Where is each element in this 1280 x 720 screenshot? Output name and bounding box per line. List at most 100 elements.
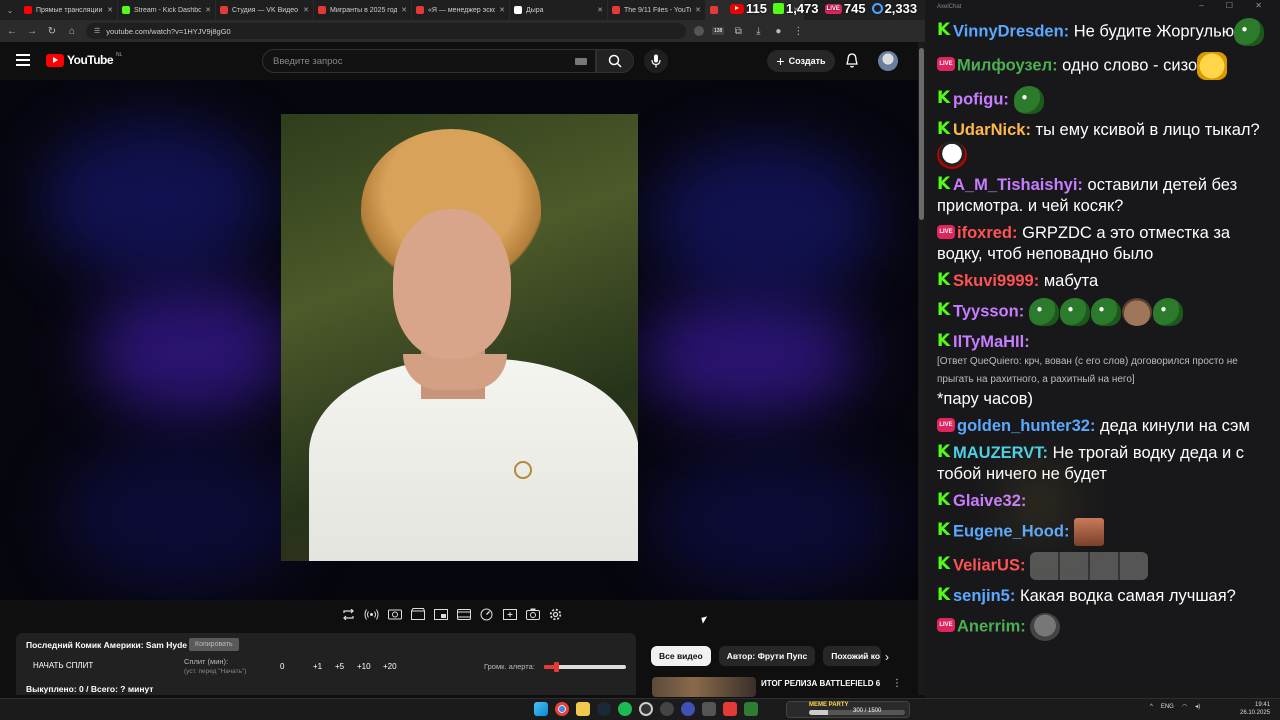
search-button[interactable] [596, 49, 634, 73]
app-icon[interactable] [744, 702, 758, 716]
tab-close-icon[interactable]: ✕ [107, 6, 113, 14]
clapper-icon[interactable] [409, 606, 426, 623]
chat-username[interactable]: IlTyMaHIl [953, 333, 1024, 351]
youtube-logo[interactable]: YouTube NL [46, 52, 122, 67]
increment-button[interactable]: +1 [313, 662, 322, 671]
tab-close-icon[interactable]: ✕ [205, 6, 211, 14]
chat-username[interactable]: A_M_Tishaishyi [953, 176, 1077, 194]
back-icon[interactable]: ← [6, 26, 18, 37]
pepe-emote-icon [1234, 18, 1265, 46]
keyboard-icon[interactable] [575, 58, 587, 65]
alert-volume-knob[interactable] [554, 662, 560, 672]
add-queue-icon[interactable] [501, 606, 518, 623]
chat-username[interactable]: VinnyDresden [953, 22, 1064, 40]
browser-tab[interactable]: Мигранты в 2025 году ✕ [314, 0, 412, 20]
account-avatar[interactable] [878, 51, 898, 71]
chat-username[interactable]: pofigu [953, 90, 1003, 108]
chat-username[interactable]: Eugene_Hood [953, 522, 1064, 540]
language-indicator[interactable]: ENG [1161, 704, 1174, 710]
chat-username[interactable]: MAUZERVT [953, 444, 1043, 462]
chat-username[interactable]: Anerrim [957, 617, 1020, 635]
chevron-right-icon[interactable]: › [877, 647, 897, 667]
speed-icon[interactable] [478, 606, 495, 623]
chip-all-videos[interactable]: Все видео [651, 646, 711, 666]
browser-tab[interactable]: Дыра ✕ [510, 0, 608, 20]
chat-username[interactable]: senjin5 [953, 587, 1010, 605]
browser-tab[interactable]: Студия — VK Видео Live ✕ [216, 0, 314, 20]
camera-icon[interactable] [524, 606, 541, 623]
obs-icon[interactable] [639, 702, 653, 716]
chat-username[interactable]: golden_hunter32 [957, 417, 1090, 435]
youtube-app-icon[interactable] [723, 702, 737, 716]
chip-author[interactable]: Автор: Фрути Пупс [718, 646, 816, 666]
window-controls[interactable]: – ☐ ✕ [1199, 1, 1272, 10]
folder-icon[interactable] [576, 702, 590, 716]
chat-username[interactable]: Glaive32 [953, 492, 1021, 510]
increment-button[interactable]: +10 [357, 662, 371, 671]
forward-icon[interactable]: → [26, 26, 38, 37]
browser-tab[interactable]: Stream - Kick Dashboard ✕ [118, 0, 216, 20]
app-icon[interactable] [660, 702, 674, 716]
settings-gear-icon[interactable] [547, 606, 564, 623]
browser-tab[interactable]: The 9/11 Files - YouTube ✕ [608, 0, 706, 20]
cinema-icon[interactable] [455, 606, 472, 623]
reload-icon[interactable]: ↻ [46, 26, 58, 37]
broadcast-icon[interactable] [363, 606, 380, 623]
site-info-icon[interactable]: ☰ [94, 27, 100, 35]
chat-message: Glaive32: [937, 490, 1272, 513]
search-input[interactable]: Введите запрос [262, 49, 596, 73]
download-icon[interactable]: ⤓ [752, 26, 764, 37]
increment-button[interactable]: +20 [383, 662, 397, 671]
alert-volume-slider[interactable] [544, 662, 626, 672]
tab-close-icon[interactable]: ✕ [303, 6, 309, 14]
tab-search-icon[interactable]: ⌄ [0, 0, 20, 20]
chat-username[interactable]: VeliarUS [953, 556, 1020, 574]
home-icon[interactable]: ⌂ [66, 26, 78, 37]
tab-close-icon[interactable]: ✕ [597, 6, 603, 14]
voice-search-button[interactable] [644, 49, 668, 73]
chat-username[interactable]: UdarNick [953, 121, 1025, 139]
profile-icon[interactable]: ● [772, 26, 784, 37]
more-options-icon[interactable]: ⋮ [892, 678, 902, 689]
meme-party-widget[interactable]: МЕМЕ PARTY 300 / 1500 [786, 701, 910, 718]
media-player-icon[interactable] [681, 702, 695, 716]
menu-icon[interactable] [16, 54, 30, 66]
windows-start-icon[interactable] [534, 702, 548, 716]
app-icon[interactable] [702, 702, 716, 716]
tab-close-icon[interactable]: ✕ [695, 6, 701, 14]
start-split-button[interactable]: НАЧАТЬ СПЛИТ [33, 661, 93, 670]
page-scrollbar[interactable] [918, 42, 925, 695]
copy-button[interactable]: Копировать [189, 638, 239, 651]
wifi-icon[interactable]: ◠ [1182, 703, 1187, 710]
split-minutes-value[interactable]: 0 [280, 662, 284, 671]
increment-button[interactable]: +5 [335, 662, 344, 671]
puzzle-icon[interactable]: ⧉ [732, 26, 744, 37]
create-button[interactable]: + Создать [767, 50, 835, 72]
video-player[interactable] [0, 80, 918, 600]
tab-close-icon[interactable]: ✕ [401, 6, 407, 14]
browser-tab[interactable]: Прямые трансляции - ✕ [20, 0, 118, 20]
pip-icon[interactable] [432, 606, 449, 623]
steam-icon[interactable] [597, 702, 611, 716]
spotify-icon[interactable] [618, 702, 632, 716]
chat-username[interactable]: ifoxred [957, 224, 1012, 242]
tray-chevron-icon[interactable]: ^ [1150, 704, 1153, 710]
chat-username[interactable]: Милфоузел [957, 56, 1052, 74]
chip-similar[interactable]: Похожий ко [823, 646, 882, 666]
clock[interactable]: 19:41 26.10.2025 [1240, 701, 1270, 717]
scrollbar-thumb[interactable] [919, 48, 924, 220]
recommendation-title[interactable]: ИТОГ РЕЛИЗА BATTLEFIELD 6 [761, 679, 880, 688]
tab-close-icon[interactable]: ✕ [499, 6, 505, 14]
loop-icon[interactable] [340, 606, 357, 623]
chat-username[interactable]: Skuvi9999 [953, 272, 1034, 290]
chat-username[interactable]: Tyysson [953, 302, 1019, 320]
url-field[interactable]: ☰ youtube.com/watch?v=1HYJV9j8gG0 [86, 23, 686, 39]
browser-tab[interactable]: «Я — менеджер эскорт ✕ [412, 0, 510, 20]
notifications-bell-icon[interactable] [845, 53, 859, 69]
screenshot-icon[interactable] [386, 606, 403, 623]
browser-menu-icon[interactable]: ⋮ [792, 26, 804, 37]
extension-icon[interactable] [694, 26, 704, 36]
chrome-icon[interactable] [555, 702, 569, 716]
volume-icon[interactable]: ◂) [1195, 703, 1200, 710]
recommendation-thumbnail[interactable] [652, 677, 756, 697]
